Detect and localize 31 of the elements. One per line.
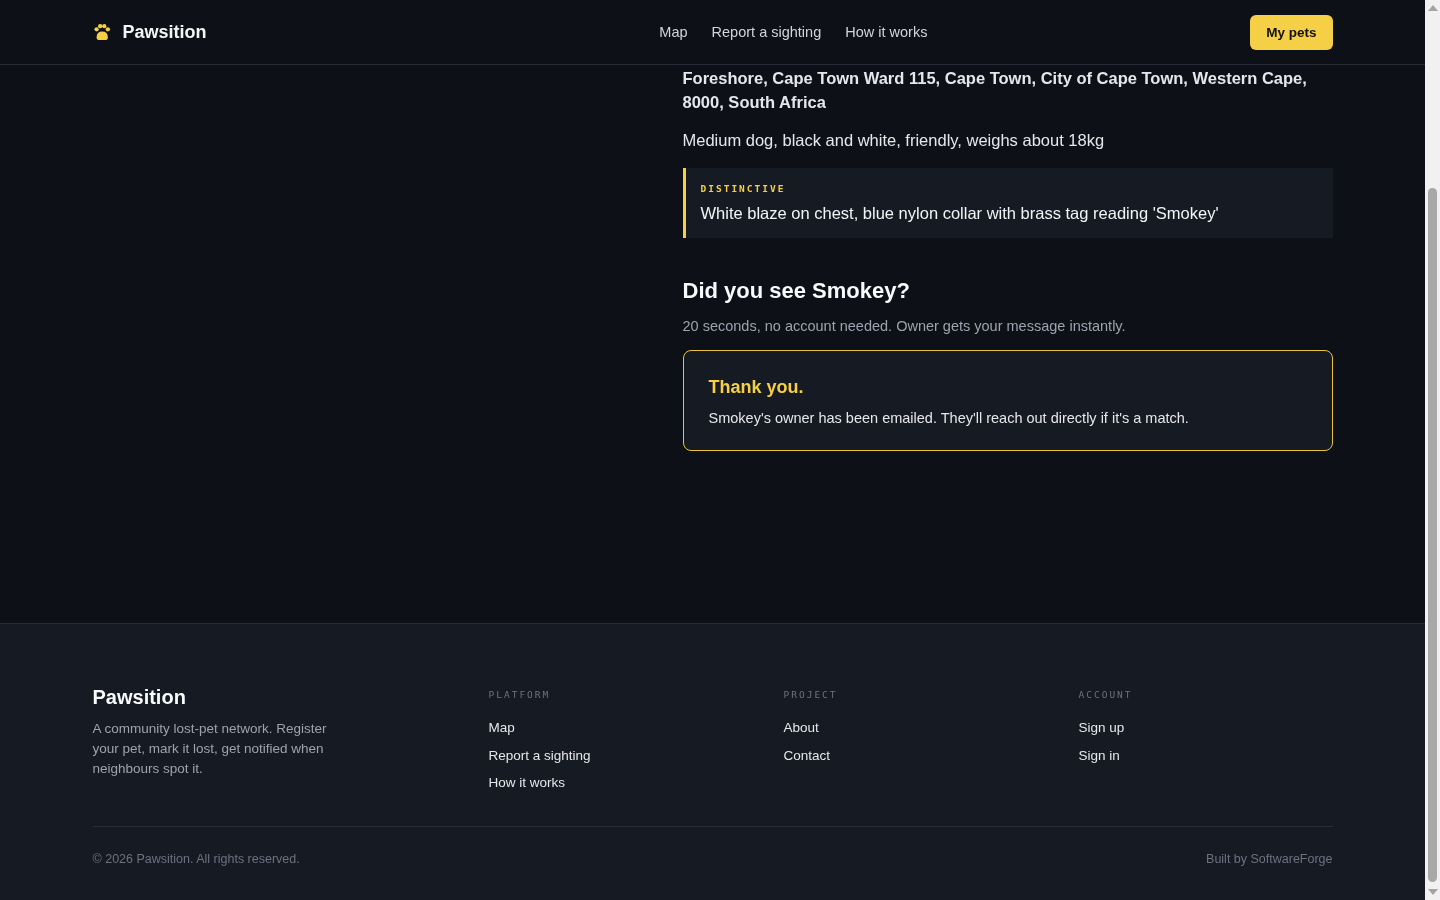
- nav-link[interactable]: How it works: [845, 24, 928, 40]
- address-text: 8000, South Africa: [682, 92, 827, 113]
- credit-text: Built by SoftwareForge: [1206, 852, 1333, 866]
- footer-link[interactable]: Map: [488, 718, 784, 738]
- footer-brand: Pawsition: [92, 686, 187, 709]
- footer-link[interactable]: Sign in: [1078, 745, 1333, 765]
- footer-link[interactable]: How it works: [488, 773, 784, 793]
- footer-link[interactable]: Report a sighting: [488, 745, 784, 765]
- nav-link[interactable]: Map: [659, 24, 688, 40]
- copyright-text: © 2026 Pawsition. All rights reserved.: [92, 852, 300, 866]
- pet-description: Medium dog, black and white, friendly, weighs about 18kg: [682, 130, 1106, 151]
- address-text: Foreshore, Cape Town Ward 115, Cape Town, City of Cape Town, Western Cape,: [682, 68, 1308, 89]
- footer-link[interactable]: Sign up: [1078, 718, 1333, 738]
- scroll-up-icon[interactable]: [1427, 5, 1438, 11]
- footer-link[interactable]: About: [783, 718, 1079, 738]
- section-subtitle: 20 seconds, no account needed. Owner gets your message instantly.: [682, 318, 1127, 334]
- footer-column-title: PROJECT: [783, 689, 839, 700]
- footer-tagline: A community lost-pet network. Register your pet, mark it lost, get notified when neighbours spot it.: [92, 720, 328, 778]
- confirmation-message: Smokey's owner has been emailed. They'll reach out directly if it's a match.: [708, 410, 1190, 426]
- paw-icon: [92, 23, 111, 41]
- my-pets-button[interactable]: My pets: [1250, 14, 1333, 50]
- distinctive-label: DISTINCTIVE: [700, 183, 787, 194]
- section-heading: Did you see Smokey?: [682, 278, 911, 304]
- distinctive-text: White blaze on chest, blue nylon collar with brass tag reading 'Smokey': [700, 204, 1220, 223]
- confirmation-title: Thank you.: [708, 377, 805, 398]
- footer-column-title: PLATFORM: [488, 689, 552, 700]
- nav-link[interactable]: Report a sighting: [711, 24, 822, 40]
- footer-link[interactable]: Contact: [783, 745, 1079, 765]
- footer-column-title: ACCOUNT: [1078, 689, 1134, 700]
- scroll-down-icon[interactable]: [1427, 889, 1438, 895]
- brand-name[interactable]: Pawsition: [122, 21, 207, 43]
